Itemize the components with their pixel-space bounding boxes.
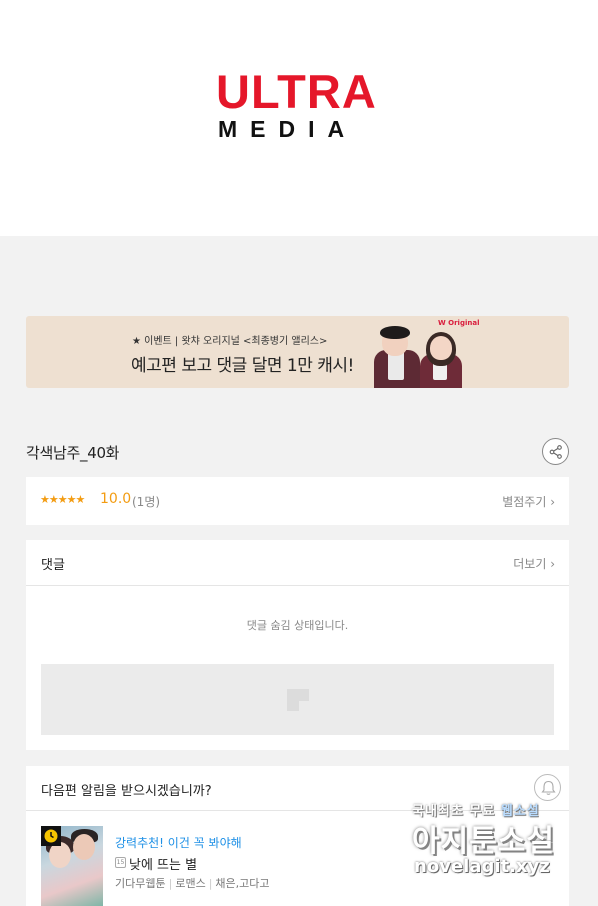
recommend-label[interactable]: 강력추천! 이건 꼭 봐야해 xyxy=(115,834,242,851)
comments-title: 댓글 xyxy=(41,558,65,573)
recommend-genre: 로맨스 xyxy=(175,877,206,890)
banner-subtitle: ★ 이벤트 | 왓챠 오리지널 <최종병기 앨리스> xyxy=(132,336,328,347)
clock-icon xyxy=(44,829,58,843)
bell-icon xyxy=(541,780,556,795)
wait-free-badge xyxy=(41,826,61,846)
comments-card: 댓글 더보기 › 댓글 숨김 상태입니다. xyxy=(26,540,569,750)
ad-placeholder[interactable] xyxy=(41,664,554,735)
age-rating-badge: 15 xyxy=(115,857,126,868)
notify-bell-button[interactable] xyxy=(534,774,561,801)
ad-placeholder-icon xyxy=(287,689,309,711)
comments-header: 댓글 더보기 › xyxy=(26,540,569,586)
share-icon xyxy=(549,445,562,459)
recommend-title[interactable]: 낮에 뜨는 별 xyxy=(129,854,197,873)
recommend-category: 기다무웹툰 xyxy=(115,877,166,890)
comments-more-link[interactable]: 더보기 › xyxy=(513,555,555,572)
share-button[interactable] xyxy=(542,438,569,465)
comments-hidden-notice: 댓글 숨김 상태입니다. xyxy=(246,619,349,632)
rating-card: ★★★★★ 10.0 (1명) 별점주기 › xyxy=(26,477,569,525)
banner-character-female xyxy=(416,330,466,388)
recommend-meta: 기다무웹툰 | 로맨스 | 채은,고다고 xyxy=(115,877,270,890)
notify-question: 다음편 알림을 받으시겠습니까? xyxy=(41,784,212,799)
notify-card: 다음편 알림을 받으시겠습니까? 강력추천! 이건 꼭 봐야해 15 낮에 뜨는… xyxy=(26,766,569,906)
rating-score: 10.0 xyxy=(100,491,132,507)
rate-button[interactable]: 별점주기 › xyxy=(502,493,555,510)
rating-stars: ★★★★★ xyxy=(40,493,85,506)
logo-ultra: ULTRA xyxy=(216,65,377,118)
event-banner[interactable]: ★ 이벤트 | 왓챠 오리지널 <최종병기 앨리스> 예고편 보고 댓글 달면 … xyxy=(26,316,569,388)
rating-count: (1명) xyxy=(132,495,161,509)
logo-area: ULTRA MEDIA xyxy=(0,0,598,236)
banner-badge: W Original xyxy=(438,319,480,327)
recommend-authors: 채은,고다고 xyxy=(215,877,270,890)
episode-title: 각색남주_40화 xyxy=(26,444,120,462)
banner-title: 예고편 보고 댓글 달면 1만 캐시! xyxy=(131,356,354,376)
logo-media: MEDIA xyxy=(218,116,358,142)
notify-header: 다음편 알림을 받으시겠습니까? xyxy=(26,766,569,811)
